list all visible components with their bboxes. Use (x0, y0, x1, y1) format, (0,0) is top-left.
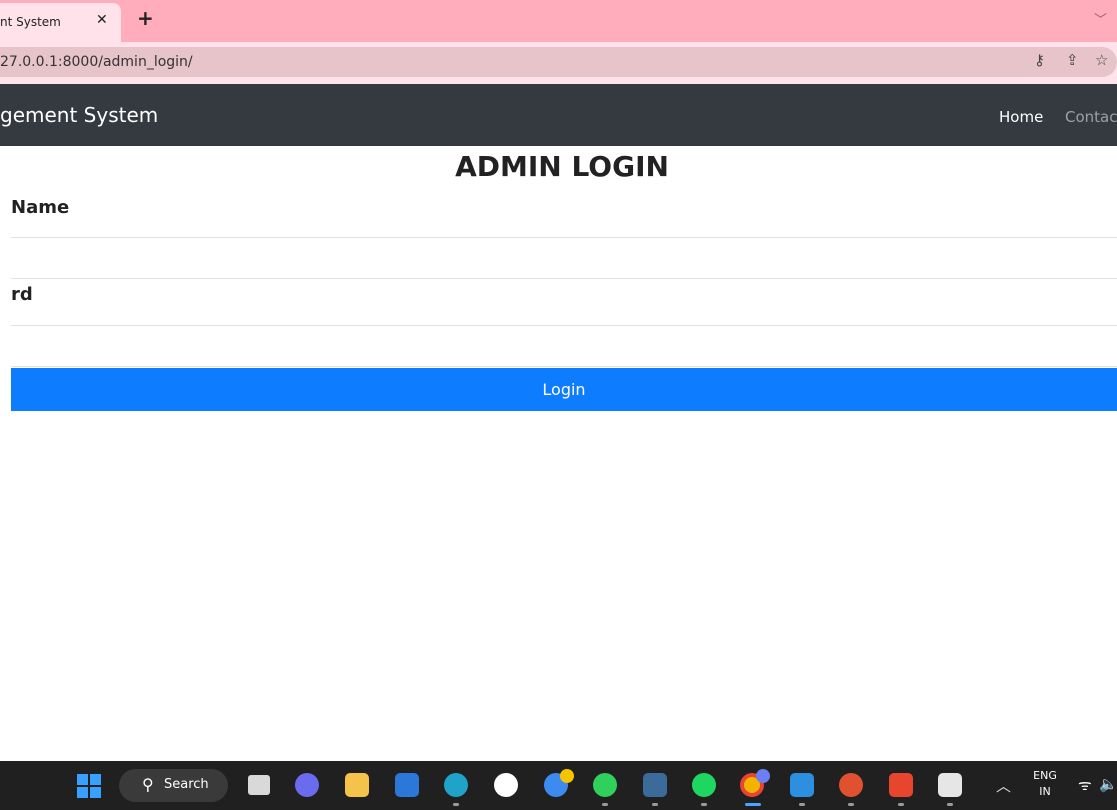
browser-tab-strip: nt System ✕ + ﹀ (0, 0, 1117, 42)
show-hidden-icons-chevron-icon[interactable]: ︿ (996, 775, 1011, 796)
search-icon: ⚲ (142, 775, 154, 794)
username-field[interactable] (11, 237, 1117, 279)
app-icon[interactable] (494, 773, 518, 797)
close-tab-icon[interactable]: ✕ (96, 12, 108, 28)
password-label: rd (11, 284, 33, 305)
browser-toolbar: 27.0.0.1:8000/admin_login/ ⚷ ⇪ ☆ (0, 42, 1117, 84)
whatsapp-icon[interactable] (593, 773, 617, 797)
running-indicator (453, 803, 459, 806)
file-explorer-icon[interactable] (345, 773, 369, 797)
username-label: Name (11, 197, 70, 218)
bookmark-star-icon[interactable]: ☆ (1095, 51, 1108, 69)
edge-icon[interactable] (444, 773, 468, 797)
navbar-brand[interactable]: gement System (0, 103, 158, 127)
site-navbar: gement System Home Contac (0, 84, 1117, 146)
running-indicator (799, 803, 805, 806)
running-indicator (848, 803, 854, 806)
new-tab-icon[interactable]: + (137, 6, 154, 30)
taskbar-search[interactable]: ⚲ Search (119, 769, 228, 802)
password-field[interactable] (11, 325, 1117, 367)
running-indicator (602, 803, 608, 806)
share-icon[interactable]: ⇪ (1066, 51, 1079, 69)
notification-badge-icon (560, 769, 574, 783)
windows-start-icon[interactable] (77, 774, 101, 798)
volume-icon[interactable]: 🔈 (1099, 775, 1117, 793)
microsoft-store-icon[interactable] (395, 773, 419, 797)
screen: nt System ✕ + ﹀ 27.0.0.1:8000/admin_logi… (0, 0, 1117, 810)
task-view-icon[interactable] (248, 775, 270, 795)
teams-chat-icon[interactable] (295, 773, 319, 797)
browser-tab[interactable]: nt System ✕ (0, 3, 121, 42)
vscode-icon[interactable] (790, 773, 814, 797)
spotify-icon[interactable] (692, 773, 716, 797)
language-code: ENG (1033, 769, 1057, 782)
wifi-icon[interactable]: ᯤ (1078, 775, 1092, 795)
page-title: ADMIN LOGIN (455, 150, 669, 183)
search-label: Search (164, 777, 209, 792)
windows-taskbar: ⚲ Search ︿ ENG IN ᯤ 🔈 (0, 761, 1117, 810)
password-input[interactable] (11, 326, 1117, 366)
running-indicator (652, 803, 658, 806)
region-code: IN (1039, 785, 1051, 798)
mysql-workbench-icon[interactable] (643, 773, 667, 797)
running-indicator (898, 803, 904, 806)
office-icon[interactable] (889, 773, 913, 797)
powerpoint-icon[interactable] (839, 773, 863, 797)
tab-search-chevron-icon[interactable]: ﹀ (1094, 9, 1107, 28)
profile-badge-icon (756, 769, 770, 783)
nav-link-home[interactable]: Home (999, 108, 1043, 126)
login-button[interactable]: Login (11, 368, 1117, 411)
username-input[interactable] (11, 238, 1117, 278)
snipping-tool-icon[interactable] (938, 773, 962, 797)
active-indicator (745, 803, 761, 806)
key-icon[interactable]: ⚷ (1034, 51, 1045, 69)
running-indicator (947, 803, 953, 806)
address-bar[interactable]: 27.0.0.1:8000/admin_login/ ⚷ ⇪ ☆ (0, 47, 1117, 77)
language-indicator[interactable]: ENG IN (1030, 768, 1060, 800)
tab-title: nt System (0, 15, 61, 29)
url-text[interactable]: 27.0.0.1:8000/admin_login/ (0, 54, 193, 70)
running-indicator (701, 803, 707, 806)
nav-link-contact[interactable]: Contac (1065, 108, 1117, 126)
